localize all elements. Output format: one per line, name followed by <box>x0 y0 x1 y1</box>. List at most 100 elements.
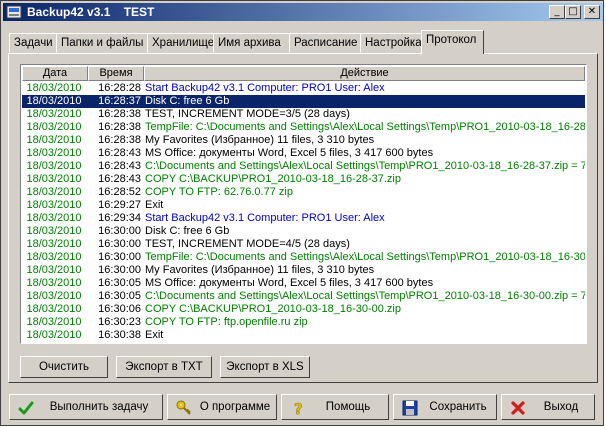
log-action-cell: TEST, INCREMENT MODE=4/5 (28 days) <box>145 238 350 250</box>
log-action-cell: Disk C: free 6 Gb <box>145 95 230 107</box>
log-row[interactable]: 18/03/2010 16:28:38 My Favorites (Избранно… <box>22 134 585 147</box>
log-row[interactable]: 18/03/2010 16:30:05 MS Office: документы W… <box>22 277 585 290</box>
log-action-cell: TEST, INCREMENT MODE=3/5 (28 days) <box>145 108 350 120</box>
minimize-button[interactable]: _ <box>549 5 565 19</box>
about-button[interactable]: О программе <box>167 394 277 420</box>
log-action-cell: My Favorites (Избранное) 11 files, 3 310… <box>145 134 375 146</box>
log-time-cell: 16:30:38 <box>98 329 141 341</box>
log-date-cell: 18/03/2010 <box>26 95 82 107</box>
log-time-cell: 16:30:00 <box>98 264 141 276</box>
log-row[interactable]: 18/03/2010 16:30:38 Exit <box>22 329 585 342</box>
log-action-cell: Exit <box>145 329 164 341</box>
tab-storage[interactable]: Хранилище <box>147 33 214 53</box>
help-label: Помощь <box>325 401 371 413</box>
tab-settings[interactable]: Настройка <box>360 33 422 53</box>
log-time-cell: 16:29:27 <box>98 199 141 211</box>
save-button[interactable]: Сохранить <box>393 394 497 420</box>
log-row[interactable]: 18/03/2010 16:28:43 COPY C:\BACKUP\PRO1_20… <box>22 173 585 186</box>
log-date-cell: 18/03/2010 <box>26 82 82 94</box>
log-table[interactable]: Дата Время Действие 18/03/2010 16:28:28 St… <box>20 64 587 344</box>
log-row[interactable]: 18/03/2010 16:30:00 Disk C: free 6 Gb <box>22 225 585 238</box>
log-time-cell: 16:28:38 <box>98 108 141 120</box>
help-button[interactable]: ? Помощь <box>281 394 389 420</box>
question-icon: ? <box>294 400 303 416</box>
tab-tasks[interactable]: Задачи <box>9 33 57 53</box>
log-date-cell: 18/03/2010 <box>26 121 82 133</box>
run-task-label: Выполнить задачу <box>49 401 149 413</box>
check-icon <box>18 401 34 415</box>
log-time-cell: 16:28:28 <box>98 82 141 94</box>
log-date-cell: 18/03/2010 <box>26 251 82 263</box>
log-row[interactable]: 18/03/2010 16:30:23 COPY TO FTP: ftp.openf… <box>22 316 585 329</box>
log-time-cell: 16:30:05 <box>98 277 141 289</box>
log-date-cell: 18/03/2010 <box>26 290 82 302</box>
log-row[interactable]: 18/03/2010 16:30:00 TEST, INCREMENT MODE=4… <box>22 238 585 251</box>
tab-protocol[interactable]: Протокол <box>421 30 484 54</box>
log-time-cell: 16:28:43 <box>98 160 141 172</box>
log-time-cell: 16:28:38 <box>98 134 141 146</box>
log-date-cell: 18/03/2010 <box>26 108 82 120</box>
log-action-cell: My Favorites (Избранное) 11 files, 3 310… <box>145 264 375 276</box>
log-row[interactable]: 18/03/2010 16:28:28 Start Backup42 v3.1 Co… <box>22 82 585 95</box>
log-action-cell: Exit <box>145 199 164 211</box>
window-title: Backup42 v3.1 TEST <box>27 5 155 19</box>
main-window: Backup42 v3.1 TEST _ □ ✕ Задачи Папки и … <box>0 0 604 426</box>
column-action[interactable]: Действие <box>144 66 585 81</box>
column-time[interactable]: Время <box>88 66 144 81</box>
log-row[interactable]: 18/03/2010 16:29:27 Exit <box>22 199 585 212</box>
run-task-button[interactable]: Выполнить задачу <box>9 394 163 420</box>
tab-archive-name[interactable]: Имя архива <box>213 33 290 53</box>
log-date-cell: 18/03/2010 <box>26 199 82 211</box>
key-icon <box>176 400 191 415</box>
tab-folders-files[interactable]: Папки и файлы <box>56 33 148 53</box>
log-time-cell: 16:29:34 <box>98 212 141 224</box>
log-row[interactable]: 18/03/2010 16:28:38 TEST, INCREMENT MODE=3… <box>22 108 585 121</box>
log-row[interactable]: 18/03/2010 16:28:43 MS Office: документы W… <box>22 147 585 160</box>
clear-log-button[interactable]: Очистить <box>20 356 108 378</box>
log-action-cell: C:\Documents and Settings\Alex\Local Set… <box>145 160 585 172</box>
log-rows: 18/03/2010 16:28:28 Start Backup42 v3.1 Co… <box>21 82 586 342</box>
log-time-cell: 16:28:43 <box>98 173 141 185</box>
export-xls-button[interactable]: Экспорт в XLS <box>220 356 310 378</box>
x-icon <box>511 401 525 415</box>
title-bar[interactable]: Backup42 v3.1 TEST _ □ ✕ <box>3 3 603 21</box>
log-date-cell: 18/03/2010 <box>26 316 82 328</box>
exit-button[interactable]: Выход <box>501 394 595 420</box>
log-action-cell: COPY TO FTP: ftp.openfile.ru zip <box>145 316 308 328</box>
close-button[interactable]: ✕ <box>584 5 600 19</box>
log-date-cell: 18/03/2010 <box>26 186 82 198</box>
exit-label: Выход <box>543 401 579 413</box>
log-row[interactable]: 18/03/2010 16:30:00 TempFile: C:\Documents… <box>22 251 585 264</box>
log-row[interactable]: 18/03/2010 16:30:05 C:\Documents and Setti… <box>22 290 585 303</box>
log-date-cell: 18/03/2010 <box>26 134 82 146</box>
log-row[interactable]: 18/03/2010 16:28:37 Disk C: free 6 Gb <box>21 94 586 109</box>
log-action-cell: MS Office: документы Word, Excel 5 files… <box>145 147 434 159</box>
svg-text:?: ? <box>294 400 303 416</box>
log-date-cell: 18/03/2010 <box>26 212 82 224</box>
log-date-cell: 18/03/2010 <box>26 264 82 276</box>
log-row[interactable]: 18/03/2010 16:28:38 TempFile: C:\Documents… <box>22 121 585 134</box>
log-date-cell: 18/03/2010 <box>26 225 82 237</box>
tab-schedule[interactable]: Расписание <box>289 33 361 53</box>
log-row[interactable]: 18/03/2010 16:30:06 COPY C:\BACKUP\PRO1_20… <box>22 303 585 316</box>
log-time-cell: 16:30:00 <box>98 238 141 250</box>
log-row[interactable]: 18/03/2010 16:28:52 COPY TO FTP: 62.76.0.7… <box>22 186 585 199</box>
export-txt-button[interactable]: Экспорт в TXT <box>116 356 212 378</box>
log-row[interactable]: 18/03/2010 16:28:43 C:\Documents and Setti… <box>22 160 585 173</box>
log-time-cell: 16:30:05 <box>98 290 141 302</box>
log-time-cell: 16:30:23 <box>98 316 141 328</box>
app-icon <box>6 5 22 19</box>
log-date-cell: 18/03/2010 <box>26 277 82 289</box>
column-date[interactable]: Дата <box>22 66 88 81</box>
log-action-cell: TempFile: C:\Documents and Settings\Alex… <box>145 251 585 263</box>
log-row[interactable]: 18/03/2010 16:30:00 My Favorites (Избранно… <box>22 264 585 277</box>
log-action-cell: Start Backup42 v3.1 Computer: PRO1 User:… <box>145 212 385 224</box>
log-action-cell: Start Backup42 v3.1 Computer: PRO1 User:… <box>145 82 385 94</box>
log-date-cell: 18/03/2010 <box>26 238 82 250</box>
log-time-cell: 16:30:06 <box>98 303 141 315</box>
log-time-cell: 16:28:38 <box>98 121 141 133</box>
log-row[interactable]: 18/03/2010 16:29:34 Start Backup42 v3.1 Co… <box>22 212 585 225</box>
log-time-cell: 16:28:52 <box>98 186 141 198</box>
log-time-cell: 16:28:37 <box>98 95 141 107</box>
maximize-button[interactable]: □ <box>565 5 581 19</box>
